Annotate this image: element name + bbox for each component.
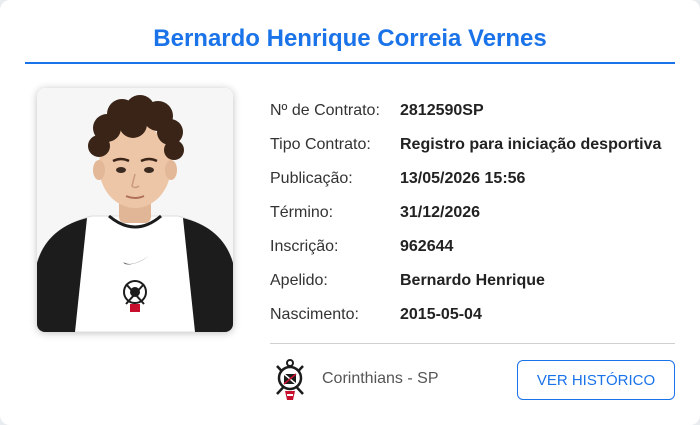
field-label: Apelido: [270,272,328,289]
field-value: Registro para iniciação desportiva [400,136,662,153]
field-row-birth: Nascimento: 2015-05-04 [270,298,675,332]
field-label: Nº de Contrato: [270,102,380,119]
field-row-end-date: Término: 31/12/2026 [270,196,675,230]
field-label: Inscrição: [270,238,339,255]
section-divider [270,343,675,344]
view-history-button[interactable]: VER HISTÓRICO [517,360,675,400]
club-name: Corinthians - SP [322,370,439,387]
field-value: 962644 [400,238,454,255]
field-label: Publicação: [270,170,353,187]
field-value: Bernardo Henrique [400,272,545,289]
field-value: 13/05/2026 15:56 [400,170,526,187]
player-name-title: Bernardo Henrique Correia Vernes [153,25,547,52]
field-value: 31/12/2026 [400,204,481,221]
field-value: 2015-05-04 [400,306,482,323]
player-card: Bernardo Henrique Correia Vernes Nº de C… [0,0,700,425]
field-row-contract-type: Tipo Contrato: Registro para iniciação d… [270,128,675,162]
field-row-contract-number: Nº de Contrato: 2812590SP [270,94,675,128]
contract-fields: Nº de Contrato: 2812590SP Tipo Contrato:… [270,94,675,332]
field-row-publication: Publicação: 13/05/2026 15:56 [270,162,675,196]
corinthians-crest-icon [272,358,308,402]
field-row-registration: Inscrição: 962644 [270,230,675,264]
field-label: Término: [270,204,334,221]
field-label: Tipo Contrato: [270,136,371,153]
title-underline [25,62,675,64]
field-label: Nascimento: [270,306,359,323]
field-row-nickname: Apelido: Bernardo Henrique [270,264,675,298]
player-photo [37,88,233,332]
field-value: 2812590SP [400,102,484,119]
